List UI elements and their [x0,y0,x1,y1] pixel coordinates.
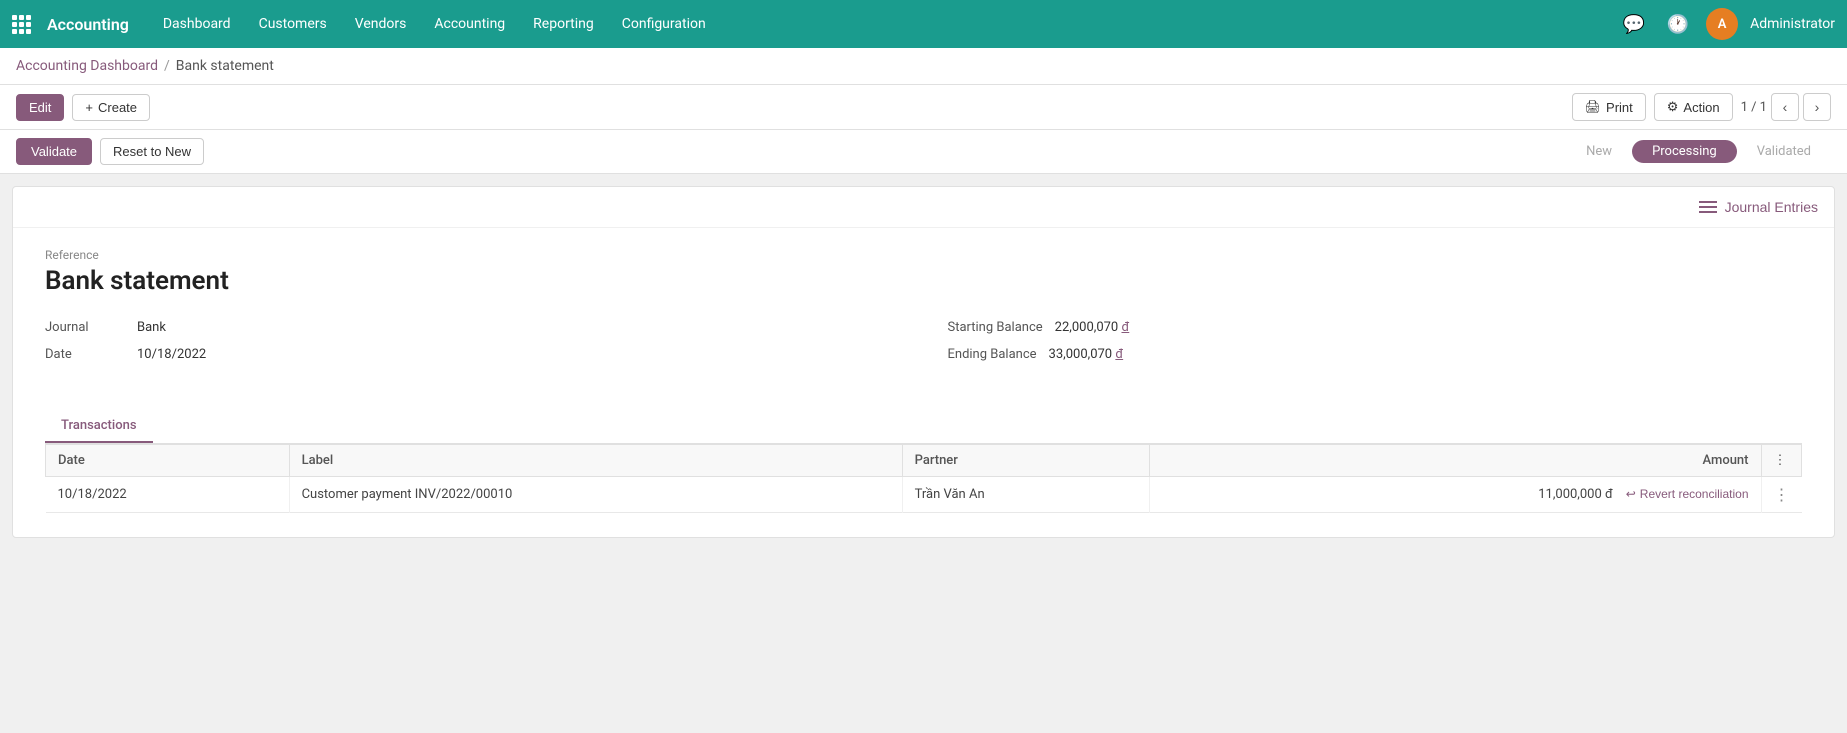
create-button[interactable]: + Create [72,94,150,121]
gear-icon: ⚙ [1667,99,1679,115]
app-title: Accounting [47,15,129,34]
col-header-amount: Amount [1149,445,1761,477]
date-value: 10/18/2022 [137,347,206,362]
journal-header: Journal Entries [13,187,1834,228]
journal-field: Journal Bank [45,320,900,335]
col-header-actions: ⋮ [1761,445,1802,477]
hamburger-icon [1699,201,1717,213]
tab-transactions[interactable]: Transactions [45,410,153,443]
col-header-partner: Partner [902,445,1149,477]
form-section: Reference Bank statement Journal Bank Da… [13,228,1834,410]
right-fields: Starting Balance 22,000,070 đ Ending Bal… [948,320,1803,362]
admin-name[interactable]: Administrator [1750,16,1835,32]
left-fields: Journal Bank Date 10/18/2022 [45,320,900,362]
date-field: Date 10/18/2022 [45,347,900,362]
printer-icon: 🖨 [1585,99,1602,115]
breadcrumb: Accounting Dashboard / Bank statement [0,48,1847,85]
journal-entries-label: Journal Entries [1725,199,1818,215]
tabs: Transactions [45,410,1802,444]
avatar[interactable]: A [1706,8,1738,40]
tabs-container: Transactions [13,410,1834,444]
row-date: 10/18/2022 [46,477,290,513]
nav-customers[interactable]: Customers [245,0,341,48]
plus-icon: + [85,100,93,115]
starting-balance-currency[interactable]: đ [1121,320,1129,335]
status-step-validated[interactable]: Validated [1737,140,1831,163]
clock-icon[interactable]: 🕐 [1662,8,1694,40]
journal-entries-button[interactable]: Journal Entries [1699,199,1818,215]
reference-label: Reference [45,248,1802,262]
validate-button[interactable]: Validate [16,138,92,165]
page-indicator: 1 / 1 [1741,100,1767,115]
main-content: Journal Entries Reference Bank statement… [12,186,1835,538]
apps-menu[interactable] [12,15,31,34]
row-amount: 11,000,000 đ ↩ Revert reconciliation [1149,477,1761,513]
apps-grid-icon[interactable] [12,15,31,34]
edit-button[interactable]: Edit [16,94,64,121]
nav-dashboard[interactable]: Dashboard [149,0,245,48]
col-header-date: Date [46,445,290,477]
transactions-table: Date Label Partner Amount ⋮ 10/18/2022 C… [45,444,1802,513]
status-step-new[interactable]: New [1566,140,1632,163]
reset-to-new-button[interactable]: Reset to New [100,138,204,165]
action-button[interactable]: ⚙ Action [1654,93,1733,121]
ending-balance-label: Ending Balance [948,347,1037,362]
revert-icon: ↩ [1626,487,1636,501]
next-button[interactable]: › [1803,93,1831,121]
nav-reporting[interactable]: Reporting [519,0,608,48]
table-row: 10/18/2022 Customer payment INV/2022/000… [46,477,1802,513]
main-nav: Dashboard Customers Vendors Accounting R… [149,0,1618,48]
transactions-table-container: Date Label Partner Amount ⋮ 10/18/2022 C… [45,444,1802,513]
chat-icon[interactable]: 💬 [1618,8,1650,40]
row-actions: ⋮ [1761,477,1802,513]
action-bar: Edit + Create 🖨 Print ⚙ Action 1 / 1 ‹ › [0,85,1847,130]
status-steps: New Processing Validated [1566,140,1831,163]
nav-vendors[interactable]: Vendors [341,0,421,48]
prev-button[interactable]: ‹ [1771,93,1799,121]
nav-accounting[interactable]: Accounting [420,0,519,48]
journal-value: Bank [137,320,166,335]
kebab-menu-icon[interactable]: ⋮ [1774,485,1790,504]
ending-balance-field: Ending Balance 33,000,070 đ [948,347,1803,362]
topbar-right: 💬 🕐 A Administrator [1618,8,1835,40]
status-bar: Validate Reset to New New Processing Val… [0,130,1847,174]
starting-balance-value: 22,000,070 đ [1055,320,1130,335]
ending-balance-currency[interactable]: đ [1115,347,1123,362]
breadcrumb-parent[interactable]: Accounting Dashboard [16,58,158,74]
pagination: 1 / 1 ‹ › [1741,93,1831,121]
starting-balance-label: Starting Balance [948,320,1043,335]
ending-balance-value: 33,000,070 đ [1049,347,1124,362]
row-label: Customer payment INV/2022/00010 [289,477,902,513]
topbar: Accounting Dashboard Customers Vendors A… [0,0,1847,48]
form-fields: Journal Bank Date 10/18/2022 Starting Ba… [45,320,1802,362]
revert-reconciliation-button[interactable]: ↩ Revert reconciliation [1626,487,1749,501]
form-title: Bank statement [45,266,1802,296]
breadcrumb-separator: / [164,58,170,74]
journal-label: Journal [45,320,125,335]
status-step-processing[interactable]: Processing [1632,140,1737,163]
breadcrumb-current: Bank statement [176,58,274,74]
col-header-label: Label [289,445,902,477]
starting-balance-field: Starting Balance 22,000,070 đ [948,320,1803,335]
row-partner: Trần Văn An [902,477,1149,513]
date-label: Date [45,347,125,362]
print-button[interactable]: 🖨 Print [1572,93,1646,121]
nav-configuration[interactable]: Configuration [608,0,720,48]
